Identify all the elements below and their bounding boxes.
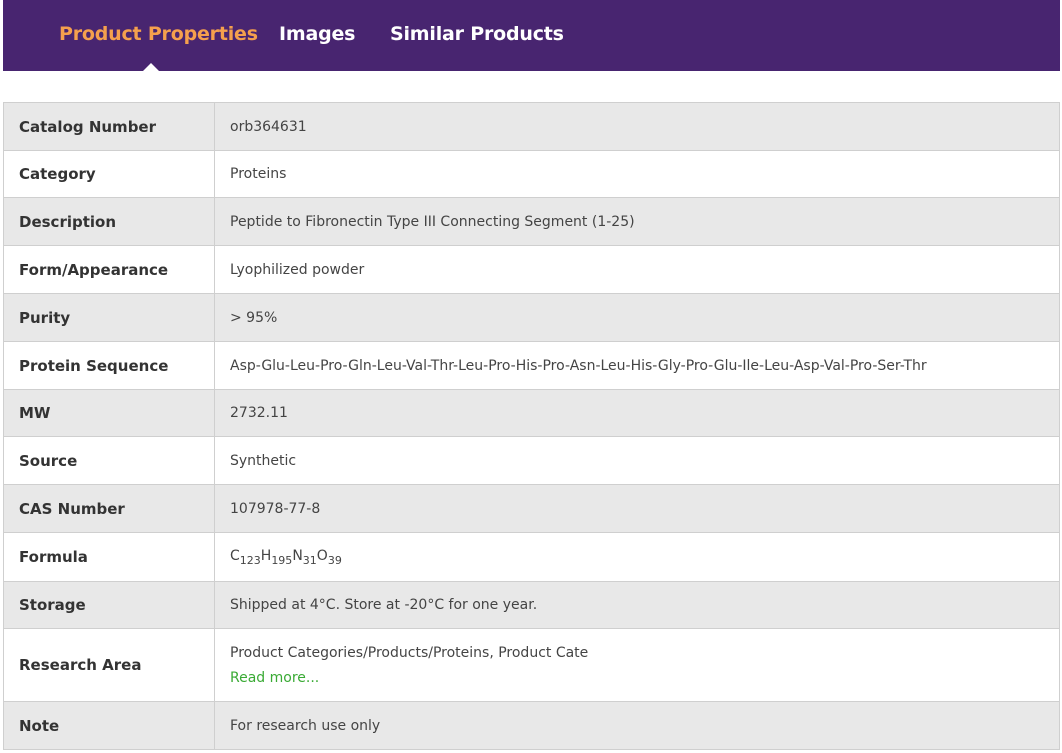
table-row: MW 2732.11 [3,389,1060,437]
row-label: Category [3,150,215,198]
row-value: Proteins [214,150,1060,198]
row-value: 107978-77-8 [214,484,1060,533]
tab-similar-products[interactable]: Similar Products [390,23,564,45]
formula-element: N [292,547,303,564]
row-label: Form/Appearance [3,245,215,294]
research-area-text: Product Categories/Products/Proteins, Pr… [230,644,589,661]
row-value: orb364631 [214,102,1060,151]
row-label: Note [3,701,215,750]
table-row: Description Peptide to Fibronectin Type … [3,197,1060,246]
product-tab-bar: Product Properties Images Similar Produc… [3,0,1060,71]
row-label: Purity [3,293,215,342]
row-label: Catalog Number [3,102,215,151]
table-row: Form/Appearance Lyophilized powder [3,245,1060,294]
row-label: MW [3,389,215,437]
row-label: CAS Number [3,484,215,533]
formula-value: C123H195N31O39 [214,532,1060,582]
formula-element: C [230,547,240,564]
row-label: Source [3,436,215,485]
row-value: Shipped at 4°C. Store at -20°C for one y… [214,581,1060,629]
row-value: Synthetic [214,436,1060,485]
table-row: Protein Sequence Asp-Glu-Leu-Pro-Gln-Leu… [3,341,1060,390]
row-value: Asp-Glu-Leu-Pro-Gln-Leu-Val-Thr-Leu-Pro-… [214,341,1060,390]
product-properties-table: Catalog Number orb364631 Category Protei… [3,102,1060,750]
formula-element: O [316,547,328,564]
table-row: CAS Number 107978-77-8 [3,484,1060,533]
table-row: Research Area Product Categories/Product… [3,628,1060,702]
row-label: Description [3,197,215,246]
table-row: Formula C123H195N31O39 [3,532,1060,582]
tab-images[interactable]: Images [279,23,355,45]
row-value: > 95% [214,293,1060,342]
formula-count: 195 [271,553,293,567]
row-label: Formula [3,532,215,582]
table-row: Note For research use only [3,701,1060,750]
row-value: For research use only [214,701,1060,750]
formula-count: 39 [327,553,342,567]
table-row: Purity > 95% [3,293,1060,342]
formula-element: H [260,547,272,564]
row-label: Research Area [3,628,215,702]
row-value: 2732.11 [214,389,1060,437]
table-row: Source Synthetic [3,436,1060,485]
row-value: Product Categories/Products/Proteins, Pr… [214,628,1060,702]
table-row: Category Proteins [3,150,1060,198]
formula-count: 31 [302,553,317,567]
table-row: Catalog Number orb364631 [3,102,1060,151]
row-value: Peptide to Fibronectin Type III Connecti… [214,197,1060,246]
formula-count: 123 [239,553,261,567]
row-label: Storage [3,581,215,629]
table-row: Storage Shipped at 4°C. Store at -20°C f… [3,581,1060,629]
tab-product-properties[interactable]: Product Properties [59,23,258,45]
read-more-link[interactable]: Read more... [230,670,319,686]
row-value: Lyophilized powder [214,245,1060,294]
row-label: Protein Sequence [3,341,215,390]
active-tab-pointer-icon [143,63,159,71]
